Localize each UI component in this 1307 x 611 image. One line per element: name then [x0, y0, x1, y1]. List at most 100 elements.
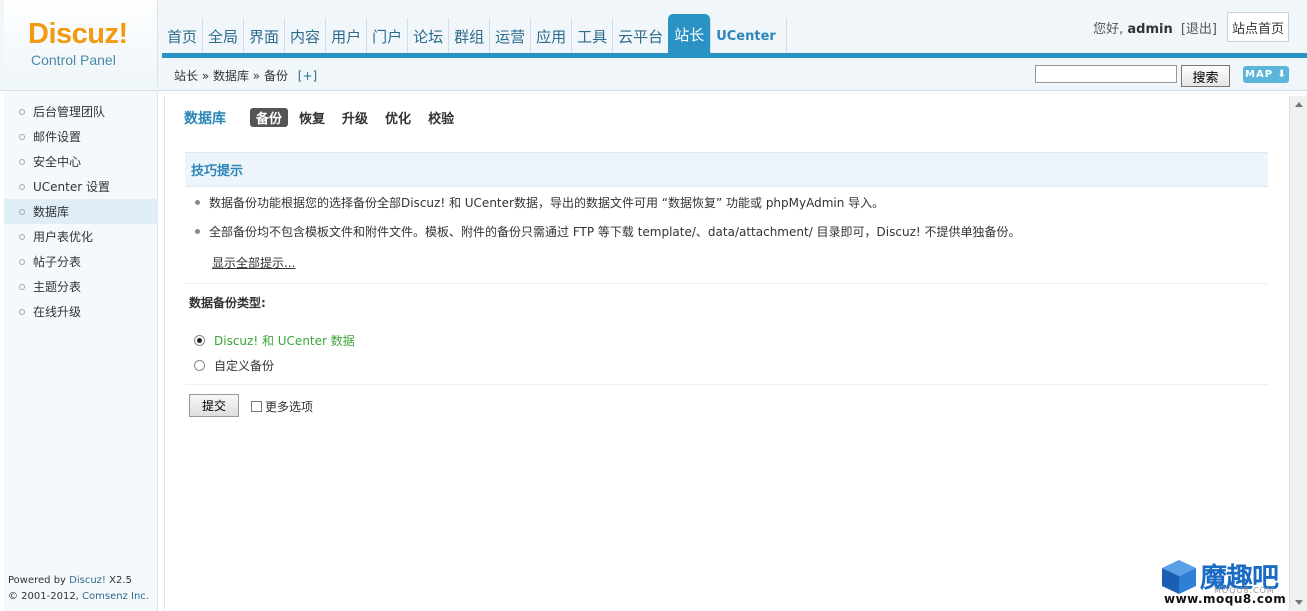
logo[interactable]: Discuz! Control Panel	[4, 0, 158, 87]
subtabs: 备份 恢复 升级 优化 校验	[250, 108, 465, 127]
greeting-text: 您好,	[1093, 22, 1124, 37]
nav-item-portal[interactable]: 门户	[366, 18, 407, 54]
username: admin	[1127, 22, 1173, 37]
sidebar-list: 后台管理团队 邮件设置 安全中心 UCenter 设置 数据库 用户表优化 帖子…	[4, 99, 158, 324]
nav-item-global[interactable]: 全局	[202, 18, 243, 54]
tab-backup[interactable]: 备份	[250, 108, 289, 127]
search-button[interactable]: 搜索	[1181, 65, 1230, 87]
nav-underline	[162, 53, 1307, 58]
sidebar-item-label: 在线升级	[33, 305, 82, 319]
sidebar-item-label: 邮件设置	[33, 130, 82, 144]
sidebar-item-label: 数据库	[33, 205, 70, 219]
sidebar-item-upgrade[interactable]: 在线升级	[4, 299, 158, 324]
sidebar-item-database[interactable]: 数据库	[4, 199, 158, 224]
powered-by-text: Powered by	[8, 575, 70, 586]
checkbox[interactable]	[251, 401, 262, 412]
nav-item-home[interactable]: 首页	[162, 18, 202, 54]
nav-item-ucenter[interactable]: UCenter	[710, 18, 787, 54]
add-shortcut-link[interactable]: [+]	[298, 69, 317, 83]
sidebar-item-thread-split[interactable]: 主题分表	[4, 274, 158, 299]
nav-item-operation[interactable]: 运营	[489, 18, 530, 54]
main-content: 数据库 备份 恢复 升级 优化 校验 技巧提示 数据备份功能根据您的选择备份全部…	[164, 96, 1289, 611]
sidebar-item-label: 后台管理团队	[33, 105, 106, 119]
sidebar-item-label: 帖子分表	[33, 255, 82, 269]
discuz-link[interactable]: Discuz!	[69, 575, 106, 586]
radio-option-custom[interactable]: 自定义备份	[194, 357, 274, 374]
nav-item-content[interactable]: 内容	[284, 18, 325, 54]
breadcrumb-text: 站长 » 数据库 » 备份	[174, 69, 288, 83]
bullet-icon	[195, 229, 200, 234]
logo-subtitle: Control Panel	[31, 52, 116, 68]
scroll-up-arrow-icon[interactable]	[1295, 102, 1303, 107]
sidebar-item-security[interactable]: 安全中心	[4, 149, 158, 174]
tab-restore[interactable]: 恢复	[293, 108, 331, 127]
sidebar-item-mail[interactable]: 邮件设置	[4, 124, 158, 149]
radio-label: Discuz! 和 UCenter 数据	[214, 334, 355, 348]
sidebar-item-member-optimize[interactable]: 用户表优化	[4, 224, 158, 249]
version-text: X2.5	[105, 575, 132, 586]
tip-text: 全部备份均不包含模板文件和附件文件。模板、附件的备份只需通过 FTP 等下载 t…	[209, 225, 1021, 239]
divider	[185, 384, 1268, 385]
map-button[interactable]: MAP ⬇	[1243, 66, 1289, 83]
divider	[185, 283, 1268, 284]
tip-text: 数据备份功能根据您的选择备份全部Discuz! 和 UCenter数据，导出的数…	[209, 196, 885, 210]
show-all-tips-link[interactable]: 显示全部提示...	[212, 254, 295, 271]
bullet-icon	[195, 200, 200, 205]
radio-option-full[interactable]: Discuz! 和 UCenter 数据	[194, 332, 355, 349]
nav-item-cloud[interactable]: 云平台	[612, 18, 668, 54]
copyright-text: © 2001-2012,	[8, 591, 83, 602]
bullet-icon	[19, 158, 25, 165]
submit-button[interactable]: 提交	[189, 394, 239, 417]
sidebar-item-label: 主题分表	[33, 280, 82, 294]
bullet-icon	[19, 233, 25, 240]
site-home-button[interactable]: 站点首页	[1227, 12, 1289, 42]
nav-item-forum[interactable]: 论坛	[407, 18, 448, 54]
sidebar-item-label: 安全中心	[33, 155, 82, 169]
header: Discuz! Control Panel 首页 全局 界面 内容 用户 门户 …	[0, 0, 1307, 91]
nav-item-group[interactable]: 群组	[448, 18, 489, 54]
sidebar-item-label: UCenter 设置	[33, 180, 110, 194]
sidebar-item-label: 用户表优化	[33, 230, 94, 244]
checkbox-label: 更多选项	[265, 400, 314, 414]
radio-button[interactable]	[194, 335, 205, 346]
sidebar-item-ucenter[interactable]: UCenter 设置	[4, 174, 158, 199]
nav-item-tools[interactable]: 工具	[571, 18, 612, 54]
bullet-icon	[19, 183, 25, 190]
page-title: 数据库	[184, 111, 226, 127]
radio-label: 自定义备份	[214, 359, 275, 373]
bullet-icon	[19, 308, 25, 315]
watermark: 魔趣吧 MOQU8.COM www.moqu8.com	[1158, 556, 1298, 608]
comsenz-link[interactable]: Comsenz Inc.	[82, 591, 149, 602]
logo-brand: Discuz!	[28, 18, 128, 50]
tab-optimize[interactable]: 优化	[379, 108, 417, 127]
logout-link[interactable]: [退出]	[1181, 22, 1217, 37]
powered-by-line: Powered by Discuz! X2.5	[8, 573, 149, 589]
tip-item: 数据备份功能根据您的选择备份全部Discuz! 和 UCenter数据，导出的数…	[195, 194, 884, 211]
backup-type-label: 数据备份类型:	[189, 296, 266, 310]
nav-item-style[interactable]: 界面	[243, 18, 284, 54]
search-input[interactable]	[1035, 65, 1177, 83]
sidebar: 后台管理团队 邮件设置 安全中心 UCenter 设置 数据库 用户表优化 帖子…	[4, 91, 158, 611]
tab-upgrade[interactable]: 升级	[336, 108, 374, 127]
nav-item-user[interactable]: 用户	[325, 18, 366, 54]
watermark-url: www.moqu8.com	[1164, 592, 1287, 606]
user-info: 您好, admin [退出]	[1093, 18, 1217, 37]
nav-item-founder[interactable]: 站长	[668, 14, 711, 54]
sidebar-item-admin-team[interactable]: 后台管理团队	[4, 99, 158, 124]
bullet-icon	[19, 208, 25, 215]
cube-logo-icon	[1162, 560, 1196, 594]
sidebar-footer: Powered by Discuz! X2.5 © 2001-2012, Com…	[8, 573, 149, 605]
bullet-icon	[19, 108, 25, 115]
nav-item-apps[interactable]: 应用	[530, 18, 571, 54]
bullet-icon	[19, 283, 25, 290]
bullet-icon	[19, 258, 25, 265]
bullet-icon	[19, 133, 25, 140]
tip-item: 全部备份均不包含模板文件和附件文件。模板、附件的备份只需通过 FTP 等下载 t…	[195, 223, 1021, 240]
tab-verify[interactable]: 校验	[422, 108, 460, 127]
tips-header: 技巧提示	[185, 152, 1268, 187]
sidebar-item-post-split[interactable]: 帖子分表	[4, 249, 158, 274]
vertical-scrollbar[interactable]	[1289, 96, 1307, 611]
more-options-checkbox[interactable]: 更多选项	[251, 398, 313, 415]
top-nav: 首页 全局 界面 内容 用户 门户 论坛 群组 运营 应用 工具 云平台 站长 …	[162, 14, 787, 54]
radio-button[interactable]	[194, 360, 205, 371]
